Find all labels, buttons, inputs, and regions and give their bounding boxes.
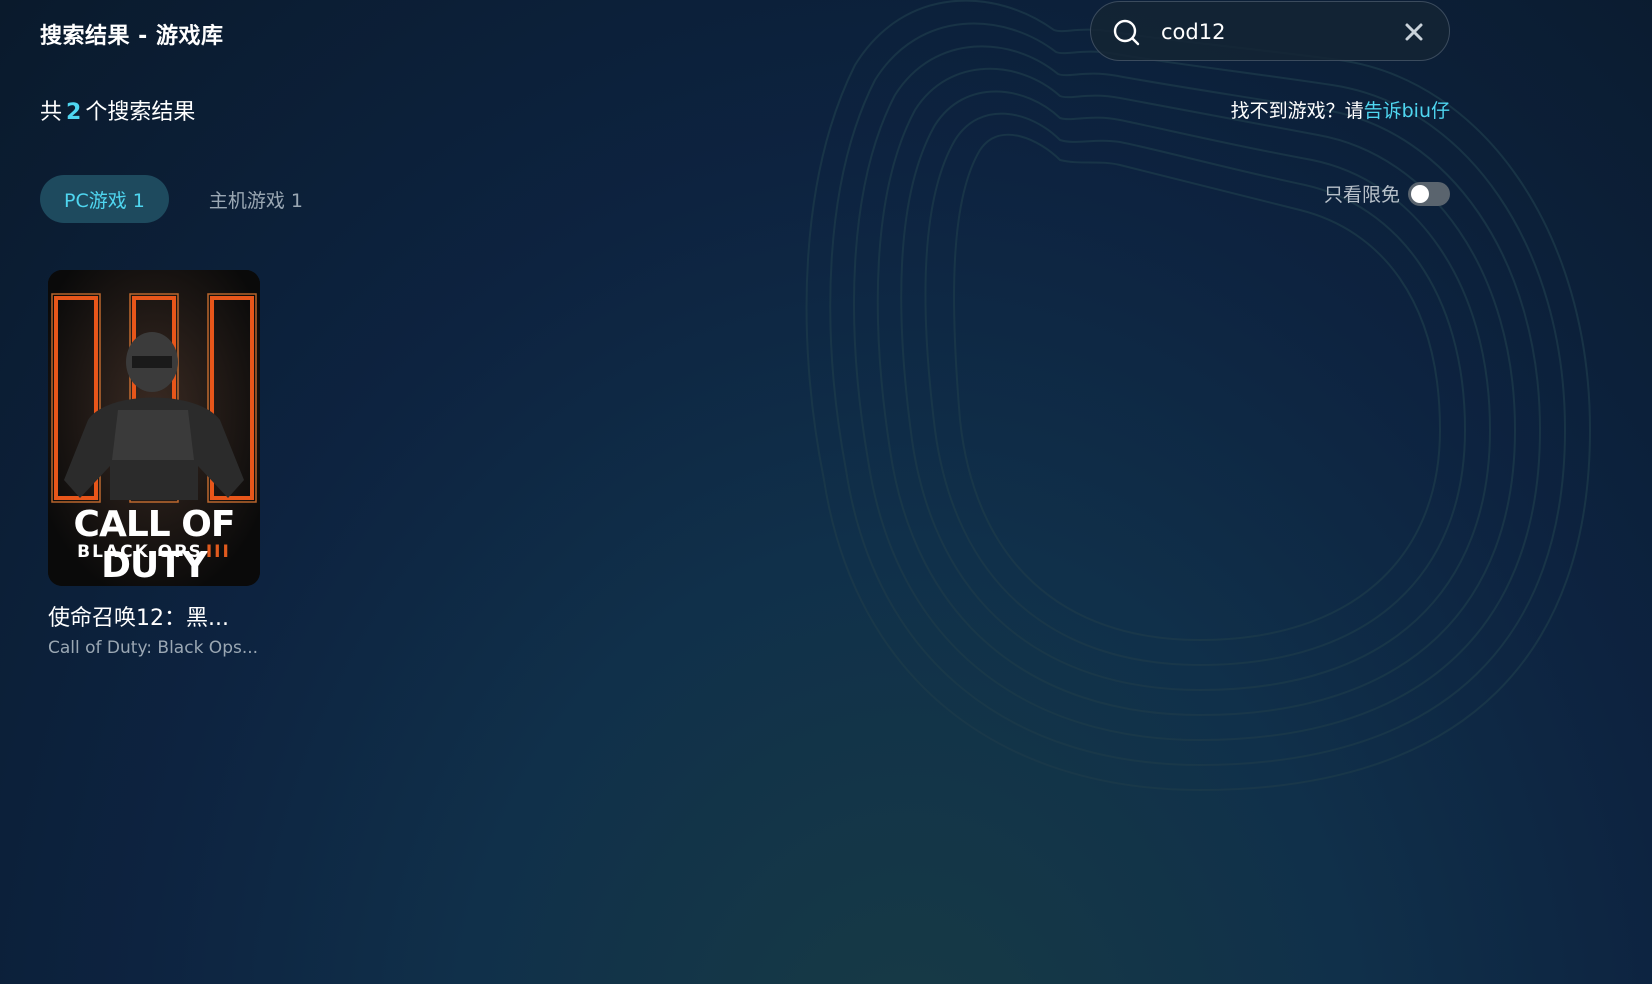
cover-subtitle: BLACK OPS III bbox=[48, 542, 260, 562]
search-input[interactable] bbox=[1161, 16, 1381, 48]
tab-console-games[interactable]: 主机游戏 1 bbox=[193, 175, 319, 223]
cover-subtitle-text: BLACK OPS bbox=[77, 542, 203, 562]
feedback-text: 找不到游戏？请 bbox=[1230, 100, 1364, 122]
result-count: 共 2 个搜索结果 bbox=[40, 94, 195, 126]
feedback-link[interactable]: 告诉biu仔 bbox=[1364, 100, 1450, 122]
free-only-toggle[interactable] bbox=[1408, 181, 1450, 206]
cover-roman-numeral: III bbox=[205, 542, 231, 562]
close-icon[interactable] bbox=[1404, 22, 1424, 42]
search-icon bbox=[1113, 19, 1140, 46]
result-count-suffix: 个搜索结果 bbox=[85, 100, 196, 125]
game-card[interactable]: CALL OF DUTY BLACK OPS III 使命召唤12：黑... Ca… bbox=[48, 270, 260, 658]
free-only-label: 只看限免 bbox=[1323, 184, 1400, 206]
game-english-title: Call of Duty: Black Ops... bbox=[48, 638, 259, 658]
game-title[interactable]: 使命召唤12：黑... bbox=[48, 600, 260, 632]
result-count-prefix: 共 bbox=[40, 100, 63, 125]
feedback-prompt: 找不到游戏？请告诉biu仔 bbox=[1231, 96, 1450, 123]
game-cover-image: CALL OF DUTY BLACK OPS III bbox=[48, 270, 260, 586]
search-box[interactable] bbox=[1090, 1, 1450, 61]
tab-pc-games[interactable]: PC游戏 1 bbox=[40, 175, 169, 223]
toggle-knob bbox=[1411, 184, 1429, 203]
free-only-filter: 只看限免 bbox=[1324, 180, 1450, 207]
platform-tabs: PC游戏 1 主机游戏 1 bbox=[40, 175, 319, 223]
result-count-number: 2 bbox=[66, 100, 82, 125]
page-title: 搜索结果 - 游戏库 bbox=[40, 24, 224, 49]
